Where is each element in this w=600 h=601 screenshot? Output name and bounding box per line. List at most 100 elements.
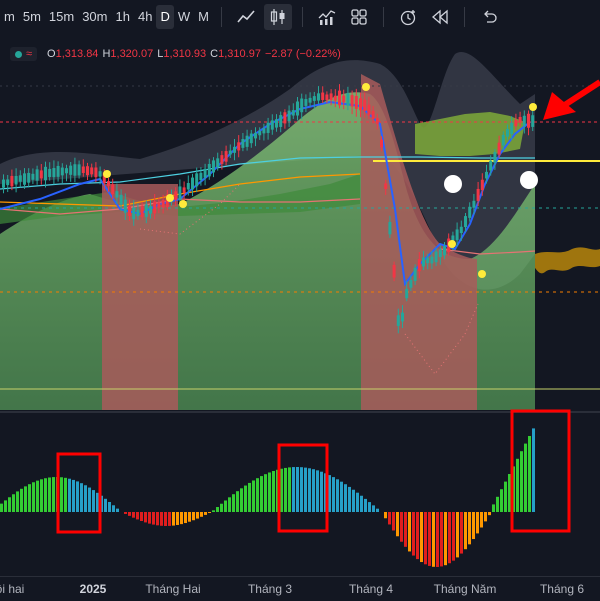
- candle: [312, 96, 316, 101]
- histogram-bar: [476, 512, 479, 534]
- annotation-dot: [444, 175, 462, 193]
- candle: [527, 113, 530, 128]
- candle: [136, 209, 140, 217]
- candle: [422, 257, 425, 267]
- candle: [430, 256, 434, 264]
- time-label: 2025: [79, 582, 107, 596]
- candle: [489, 160, 493, 171]
- histogram-bar: [480, 512, 483, 528]
- candle: [333, 95, 337, 101]
- histogram-bar: [220, 503, 223, 512]
- candle: [216, 158, 220, 168]
- candle: [161, 200, 165, 208]
- time-label: ội hai: [0, 582, 25, 596]
- histogram-bar: [496, 496, 499, 512]
- histogram-bar: [268, 472, 271, 512]
- histogram-bar: [48, 477, 51, 512]
- histogram-bar: [12, 494, 15, 512]
- timeframe-30m[interactable]: 30m: [78, 5, 111, 29]
- histogram-bar: [464, 512, 467, 550]
- ohlc-high: H1,320.07: [102, 48, 154, 60]
- candle: [510, 122, 514, 135]
- histogram-bar: [76, 481, 79, 512]
- bearish-zone: [102, 184, 178, 410]
- histogram-bar: [156, 512, 159, 526]
- histogram-bar: [524, 443, 527, 512]
- candle: [401, 312, 404, 322]
- candles-icon[interactable]: [263, 4, 292, 30]
- histogram-bar: [192, 512, 195, 521]
- candle: [396, 315, 400, 326]
- timeframe-daily[interactable]: D: [156, 5, 174, 29]
- histogram-bar: [112, 505, 115, 512]
- candle: [224, 151, 228, 162]
- candle: [60, 167, 64, 176]
- histogram-bar: [372, 505, 375, 512]
- histogram-bar: [28, 484, 31, 512]
- alert-icon[interactable]: [394, 4, 422, 30]
- chart-canvas[interactable]: [0, 34, 600, 576]
- timeframe-monthly[interactable]: M: [194, 5, 213, 29]
- indicators-icon[interactable]: [313, 4, 341, 30]
- histogram-bar: [84, 485, 87, 512]
- series-toggle[interactable]: ≈: [10, 47, 38, 61]
- timeframe-weekly[interactable]: W: [174, 5, 194, 29]
- candle: [220, 155, 224, 164]
- signal-marker: [179, 200, 187, 208]
- candle: [48, 168, 52, 177]
- timeframe-1h[interactable]: 1h: [112, 5, 134, 29]
- candle: [350, 95, 354, 107]
- replay-icon[interactable]: [426, 4, 454, 30]
- ohlc-legend: ≈ O1,313.84 H1,320.07 L1,310.93 C1,310.9…: [10, 44, 341, 64]
- candle: [266, 122, 270, 133]
- time-axis[interactable]: ội hai 2025 Tháng Hai Tháng 3 Tháng 4 Th…: [0, 576, 600, 601]
- candle: [39, 170, 43, 179]
- histogram-bar: [260, 476, 263, 512]
- histogram-bar: [88, 487, 91, 512]
- timeframe-4h[interactable]: 4h: [134, 5, 156, 29]
- histogram-bar: [516, 458, 519, 512]
- histogram-bar: [216, 507, 219, 512]
- candle: [107, 181, 110, 186]
- candle: [86, 166, 89, 176]
- histogram-bar: [204, 512, 207, 515]
- histogram-bar: [420, 512, 423, 563]
- histogram-bar: [0, 503, 3, 512]
- line-chart-icon[interactable]: [232, 4, 260, 30]
- candle: [367, 104, 371, 116]
- candle: [371, 110, 375, 120]
- undo-icon[interactable]: [475, 4, 503, 30]
- candle: [375, 118, 379, 124]
- candle: [485, 171, 488, 179]
- layout-icon[interactable]: [345, 4, 373, 30]
- histogram-bar: [180, 512, 183, 525]
- candle: [531, 115, 535, 127]
- timeframe-5m[interactable]: 5m: [19, 5, 45, 29]
- candle: [413, 267, 417, 282]
- candle: [468, 206, 472, 218]
- candle: [346, 93, 350, 106]
- histogram-bar: [144, 512, 147, 523]
- toolbar-divider: [301, 7, 303, 27]
- candle: [157, 202, 161, 208]
- candle: [94, 167, 98, 178]
- candle: [44, 166, 47, 181]
- candle: [203, 168, 207, 178]
- toolbar-divider: [220, 7, 222, 27]
- timeframe-15m[interactable]: 15m: [45, 5, 78, 29]
- histogram-bar: [432, 512, 435, 567]
- ohlc-low: L1,310.93: [157, 48, 207, 60]
- histogram-bar: [52, 477, 55, 512]
- candle: [472, 200, 476, 208]
- candle: [245, 135, 249, 147]
- histogram-bar: [336, 479, 339, 512]
- histogram-bar: [20, 488, 23, 512]
- histogram-bar: [360, 495, 363, 512]
- histogram-bar: [208, 512, 211, 513]
- candle: [52, 168, 56, 178]
- histogram-bar: [176, 512, 179, 525]
- chart-toolbar: m 5m 15m 30m 1h 4h D W M: [0, 0, 600, 35]
- histogram-bar: [40, 479, 43, 512]
- candle: [128, 205, 131, 216]
- timeframe-1m[interactable]: m: [0, 5, 19, 29]
